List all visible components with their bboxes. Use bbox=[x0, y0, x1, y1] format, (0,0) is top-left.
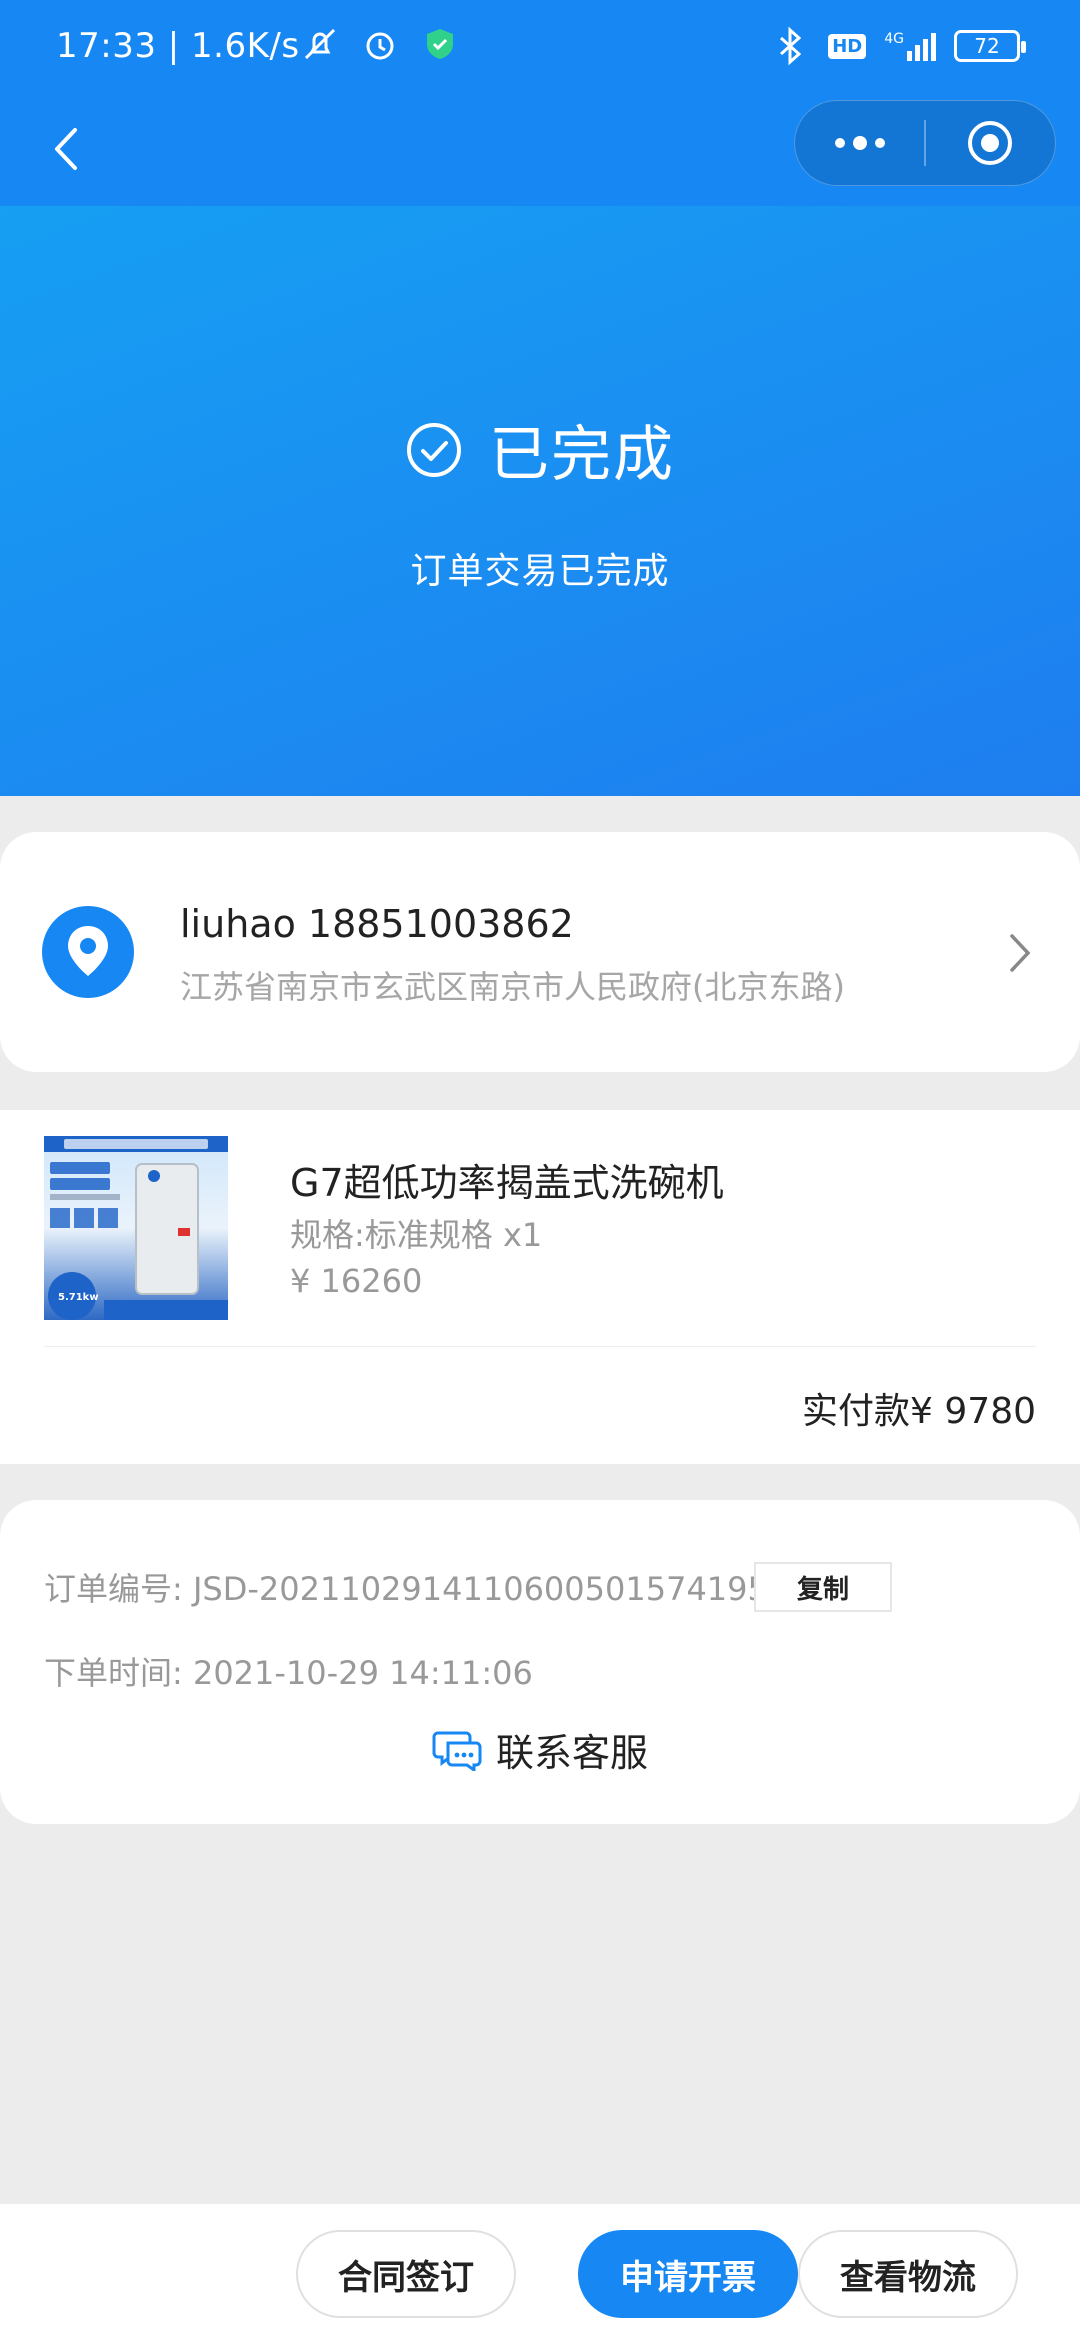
bottom-action-bar: 合同签订 申请开票 查看物流 bbox=[0, 2204, 1080, 2340]
network-label: 4G bbox=[884, 31, 904, 47]
product-image[interactable]: 5.71kw bbox=[44, 1136, 228, 1320]
address-name-phone: liuhao 18851003862 bbox=[180, 902, 574, 946]
product-card: 5.71kw G7超低功率揭盖式洗碗机 规格:标准规格 x1 ¥ 16260 实… bbox=[0, 1110, 1080, 1464]
mute-bell-icon bbox=[300, 22, 340, 66]
nav-bar bbox=[0, 96, 1080, 206]
order-status-banner: 已完成 订单交易已完成 bbox=[0, 206, 1080, 796]
chevron-left-icon bbox=[55, 128, 77, 170]
mini-program-capsule bbox=[794, 100, 1056, 186]
status-row: 已完成 bbox=[0, 406, 1080, 493]
svg-text:5.71kw: 5.71kw bbox=[58, 1292, 99, 1303]
divider bbox=[44, 1346, 1036, 1347]
address-detail: 江苏省南京市玄武区南京市人民政府(北京东路) bbox=[180, 968, 845, 1006]
check-circle-icon bbox=[407, 422, 461, 477]
product-title[interactable]: G7超低功率揭盖式洗碗机 bbox=[290, 1152, 724, 1207]
shield-icon bbox=[420, 22, 460, 66]
battery-icon: 72 bbox=[954, 30, 1026, 62]
copy-button[interactable]: 复制 bbox=[754, 1562, 892, 1612]
contact-service-button[interactable]: 联系客服 bbox=[0, 1722, 1080, 1777]
more-button[interactable] bbox=[795, 100, 924, 186]
status-icons-left bbox=[300, 22, 460, 66]
address-card[interactable]: liuhao 18851003862 江苏省南京市玄武区南京市人民政府(北京东路… bbox=[0, 832, 1080, 1072]
alarm-icon bbox=[360, 22, 400, 66]
close-button[interactable] bbox=[926, 100, 1055, 186]
chat-bubble-icon bbox=[432, 1731, 482, 1771]
contract-sign-button[interactable]: 合同签订 bbox=[296, 2230, 516, 2318]
product-price: ¥ 16260 bbox=[290, 1262, 423, 1300]
hd-badge: HD bbox=[828, 33, 867, 59]
view-logistics-button[interactable]: 查看物流 bbox=[798, 2230, 1018, 2318]
target-circle-icon bbox=[968, 121, 1013, 165]
bluetooth-icon bbox=[770, 24, 810, 68]
paid-amount: 实付款¥ 9780 bbox=[802, 1391, 1036, 1432]
order-info-card: 订单编号: JSD-20211029141106005015741953 复制 … bbox=[0, 1500, 1080, 1824]
status-description: 订单交易已完成 bbox=[410, 551, 670, 592]
status-icons-right: HD 4G 72 bbox=[770, 24, 1026, 68]
order-time: 下单时间: 2021-10-29 14:11:06 bbox=[44, 1654, 533, 1692]
status-title: 已完成 bbox=[489, 420, 675, 490]
apply-invoice-button[interactable]: 申请开票 bbox=[578, 2230, 798, 2318]
signal-icon: 4G bbox=[884, 31, 936, 61]
battery-level: 72 bbox=[974, 34, 1000, 58]
status-bar: 17:33 | 1.6K/s HD 4G 72 bbox=[0, 0, 1080, 96]
location-pin-icon bbox=[42, 906, 134, 998]
product-spec: 规格:标准规格 x1 bbox=[290, 1216, 543, 1254]
order-number: 订单编号: JSD-20211029141106005015741953 bbox=[44, 1570, 789, 1608]
status-time: 17:33 | 1.6K/s bbox=[56, 26, 300, 66]
more-dots-icon bbox=[834, 136, 885, 150]
back-button[interactable] bbox=[30, 114, 100, 184]
contact-service-label: 联系客服 bbox=[495, 1731, 648, 1775]
chevron-right-icon bbox=[1010, 934, 1031, 972]
